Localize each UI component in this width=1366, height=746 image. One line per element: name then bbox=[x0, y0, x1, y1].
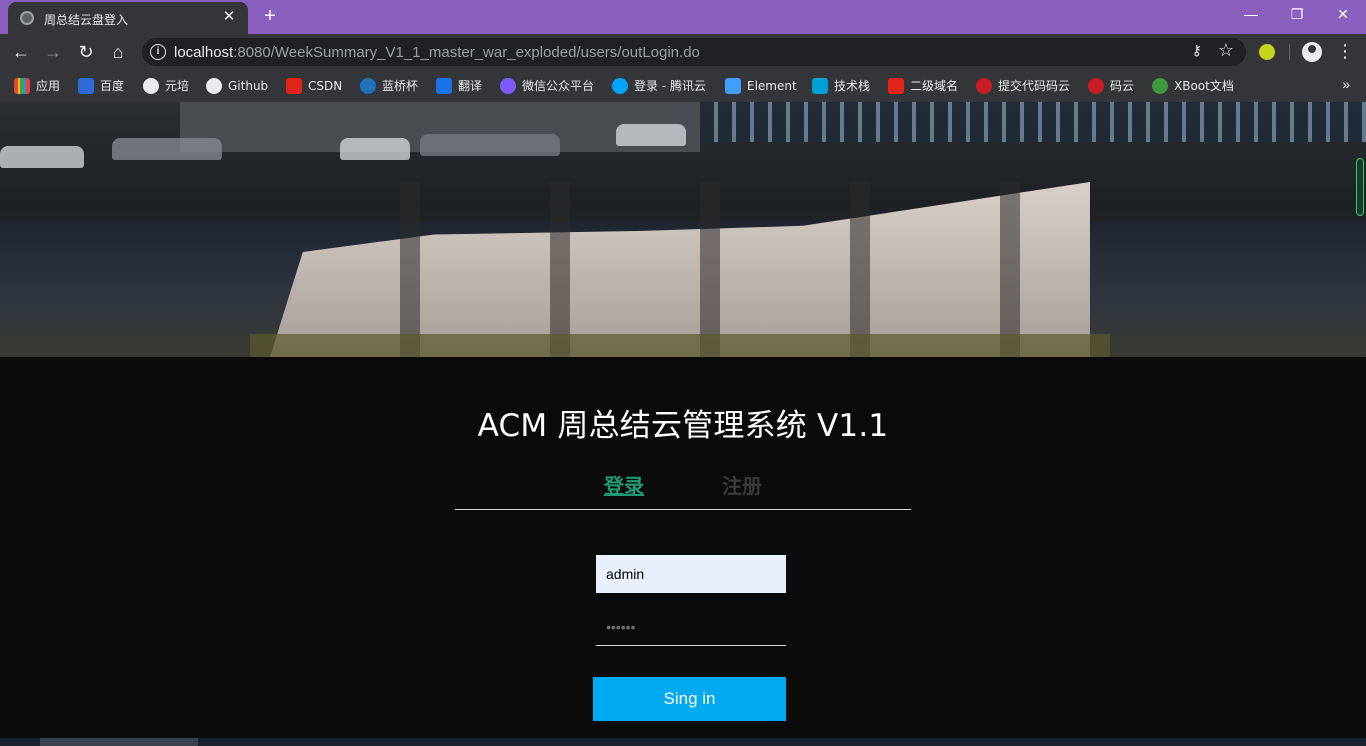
element-icon bbox=[725, 78, 741, 94]
password-input[interactable] bbox=[596, 609, 786, 646]
page-content: ACM 周总结云管理系统 V1.1 登录 注册 Sing in bbox=[0, 102, 1366, 746]
baidu-icon bbox=[78, 78, 94, 94]
bookmark-translate[interactable]: 翻译 bbox=[436, 76, 482, 96]
gitee-icon bbox=[976, 78, 992, 94]
bookmark-label: 应用 bbox=[36, 79, 61, 93]
translate-icon bbox=[436, 78, 452, 94]
tab-login[interactable]: 登录 bbox=[604, 470, 644, 499]
taskbar-active-item[interactable] bbox=[40, 738, 198, 746]
url-text[interactable]: localhost:8080/WeekSummary_V1_1_master_w… bbox=[174, 44, 700, 61]
banner-grass bbox=[250, 334, 1110, 357]
apps-grid-icon bbox=[14, 78, 30, 94]
forward-button[interactable]: → bbox=[40, 39, 66, 65]
bookmark-tencent-cloud[interactable]: 登录 - 腾讯云 bbox=[612, 76, 706, 96]
banner-car bbox=[340, 138, 410, 160]
bookmark-label: 百度 bbox=[100, 79, 125, 93]
cloud-icon bbox=[612, 78, 628, 94]
restore-button[interactable]: ❐ bbox=[1274, 0, 1320, 30]
taskbar-edge bbox=[0, 738, 1366, 746]
tab-register[interactable]: 注册 bbox=[722, 470, 762, 499]
banner-car bbox=[420, 134, 560, 156]
github-icon bbox=[206, 78, 222, 94]
bookmark-label: 翻译 bbox=[458, 79, 483, 93]
bookmark-label: 码云 bbox=[1110, 79, 1135, 93]
window-close-button[interactable]: ✕ bbox=[1320, 0, 1366, 30]
bookmark-element[interactable]: Element bbox=[725, 76, 797, 96]
banner-car bbox=[616, 124, 686, 146]
bookmark-label: 微信公众平台 bbox=[522, 79, 595, 93]
tab-title: 周总结云盘登入 bbox=[44, 13, 129, 27]
key-icon[interactable]: ⚷ bbox=[1192, 42, 1202, 59]
csdn-icon bbox=[888, 78, 904, 94]
minimize-button[interactable]: — bbox=[1228, 0, 1274, 30]
bookmark-gitee[interactable]: 码云 bbox=[1088, 76, 1134, 96]
bookmark-label: 元培 bbox=[165, 79, 190, 93]
banner-photo bbox=[0, 102, 1366, 357]
bookmark-subdomain[interactable]: 二级域名 bbox=[888, 76, 958, 96]
bookmark-label: 二级域名 bbox=[910, 79, 959, 93]
bookmark-label: CSDN bbox=[308, 79, 343, 93]
xboot-icon bbox=[1152, 78, 1168, 94]
bookmark-tech-stack[interactable]: 技术栈 bbox=[812, 76, 870, 96]
lanqiao-icon bbox=[360, 78, 376, 94]
gitee-icon bbox=[1088, 78, 1104, 94]
info-icon[interactable]: i bbox=[150, 44, 166, 60]
bilibili-icon bbox=[812, 78, 828, 94]
url-path: :8080/WeekSummary_V1_1_master_war_explod… bbox=[233, 44, 700, 61]
bookmark-apps[interactable]: 应用 bbox=[14, 76, 60, 96]
bookmark-label: XBoot文档 bbox=[1174, 79, 1234, 93]
profile-avatar-icon[interactable] bbox=[1302, 42, 1322, 62]
bookmark-wechat-mp[interactable]: 微信公众平台 bbox=[500, 76, 594, 96]
globe-icon bbox=[20, 11, 34, 25]
tab-close-icon[interactable]: ✕ bbox=[220, 8, 238, 26]
address-bar[interactable]: i localhost:8080/WeekSummary_V1_1_master… bbox=[142, 38, 1246, 66]
bookmark-github[interactable]: Github bbox=[206, 76, 268, 96]
bookmark-yuanpei[interactable]: 元培 bbox=[143, 76, 189, 96]
browser-tab-strip: 周总结云盘登入 ✕ + — ❐ ✕ bbox=[0, 0, 1366, 34]
bookmark-label: 登录 - 腾讯云 bbox=[634, 79, 706, 93]
sign-in-button[interactable]: Sing in bbox=[593, 677, 786, 721]
home-button[interactable]: ⌂ bbox=[105, 39, 131, 65]
back-button[interactable]: ← bbox=[8, 39, 34, 65]
scrollbar-thumb[interactable] bbox=[1356, 158, 1364, 216]
banner-car bbox=[0, 146, 84, 168]
new-tab-button[interactable]: + bbox=[258, 5, 282, 29]
banner-car bbox=[112, 138, 222, 160]
bookmark-label: 提交代码码云 bbox=[998, 79, 1071, 93]
url-host: localhost bbox=[174, 44, 234, 61]
page-title: ACM 周总结云管理系统 V1.1 bbox=[477, 408, 889, 444]
reload-button[interactable]: ↻ bbox=[73, 39, 99, 65]
bookmark-lanqiao[interactable]: 蓝桥杯 bbox=[360, 76, 418, 96]
username-input[interactable] bbox=[596, 555, 786, 593]
bookmark-csdn[interactable]: CSDN bbox=[286, 76, 342, 96]
bookmark-star-icon[interactable]: ☆ bbox=[1218, 40, 1234, 61]
bookmark-label: 技术栈 bbox=[834, 79, 871, 93]
globe-icon bbox=[143, 78, 159, 94]
browser-toolbar: ← → ↻ ⌂ i localhost:8080/WeekSummary_V1_… bbox=[0, 34, 1366, 70]
banner-windows bbox=[700, 102, 1366, 142]
extension-icon[interactable] bbox=[1259, 44, 1275, 60]
bookmark-label: Github bbox=[228, 79, 269, 93]
tab-divider bbox=[455, 509, 911, 510]
bookmark-label: Element bbox=[747, 79, 797, 93]
bookmark-xboot[interactable]: XBoot文档 bbox=[1152, 76, 1234, 96]
stone-sign-shadows bbox=[270, 182, 1090, 357]
link-icon bbox=[500, 78, 516, 94]
bookmark-label: 蓝桥杯 bbox=[382, 79, 419, 93]
bookmark-gitee-submit[interactable]: 提交代码码云 bbox=[976, 76, 1070, 96]
browser-menu-icon[interactable]: ⋮ bbox=[1336, 40, 1354, 64]
bookmarks-overflow-icon[interactable]: » bbox=[1342, 76, 1350, 92]
browser-tab[interactable]: 周总结云盘登入 ✕ bbox=[8, 2, 248, 34]
csdn-icon bbox=[286, 78, 302, 94]
toolbar-separator bbox=[1289, 44, 1290, 60]
bookmark-baidu[interactable]: 百度 bbox=[78, 76, 124, 96]
bookmarks-bar: 应用 百度 元培 Github CSDN 蓝桥杯 翻译 微信公众平台 登录 - … bbox=[0, 70, 1366, 102]
